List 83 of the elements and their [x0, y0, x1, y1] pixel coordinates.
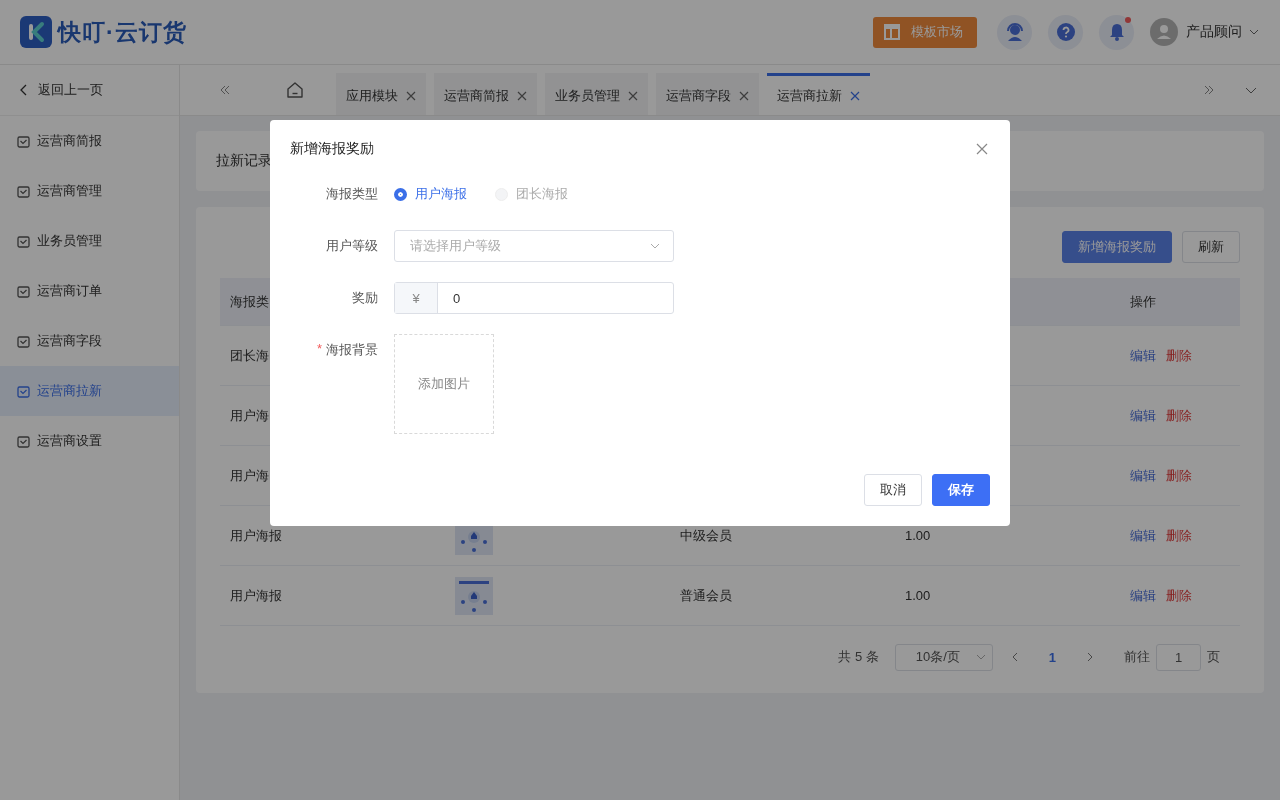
edit-link[interactable]: 编辑	[1130, 406, 1156, 425]
close-icon[interactable]	[739, 90, 749, 101]
calendar-icon	[17, 234, 30, 248]
sidebar-item[interactable]: 运营商简报	[0, 116, 179, 166]
delete-link[interactable]: 删除	[1166, 586, 1192, 605]
chevron-down-icon	[975, 652, 986, 662]
image-upload[interactable]: 添加图片	[394, 334, 494, 434]
table-cell: 1.00	[905, 528, 931, 543]
close-icon[interactable]	[850, 90, 860, 101]
help-button[interactable]	[1048, 14, 1083, 50]
home-icon[interactable]	[286, 81, 304, 99]
level-select[interactable]: 请选择用户等级	[394, 230, 674, 262]
sidebar-item[interactable]: 运营商订单	[0, 266, 179, 316]
field-label: 奖励	[352, 289, 378, 307]
page-suffix: 页	[1207, 648, 1220, 666]
tab[interactable]: 运营商简报	[434, 73, 537, 115]
table-cell: 用户海报	[230, 586, 282, 605]
table-cell: 1.00	[905, 588, 931, 603]
close-icon[interactable]	[976, 143, 988, 155]
notification-button[interactable]	[1099, 14, 1134, 50]
calendar-icon	[17, 334, 30, 348]
edit-link[interactable]: 编辑	[1130, 466, 1156, 485]
page-size-select[interactable]: 10条/页	[894, 643, 993, 671]
radio-button[interactable]	[394, 187, 407, 201]
edit-link[interactable]: 编辑	[1130, 526, 1156, 545]
tab[interactable]: 运营商字段	[656, 73, 759, 115]
edit-link[interactable]: 编辑	[1130, 586, 1156, 605]
save-button[interactable]: 保存	[932, 474, 990, 506]
table-cell: 普通会员	[680, 586, 732, 605]
table-cell: 用户海	[230, 466, 269, 485]
calendar-icon	[17, 184, 30, 198]
calendar-icon	[17, 384, 30, 398]
card-title: 拉新记录	[216, 152, 272, 170]
column-header: 操作	[1130, 292, 1156, 311]
total-count: 共 5 条	[838, 648, 879, 666]
cancel-button[interactable]: 取消	[864, 474, 922, 506]
field-label: 海报类型	[326, 185, 378, 203]
logo-icon	[20, 16, 52, 48]
support-button[interactable]	[997, 14, 1032, 50]
headset-icon	[1004, 22, 1025, 42]
delete-link[interactable]: 删除	[1166, 526, 1192, 545]
tab[interactable]: 应用模块	[336, 73, 426, 115]
user-name[interactable]: 产品顾问	[1186, 23, 1242, 41]
add-button[interactable]: 新增海报奖励	[1062, 231, 1172, 263]
scroll-right-icon[interactable]	[1202, 83, 1216, 97]
template-market-button[interactable]: 模板市场	[873, 16, 977, 48]
delete-link[interactable]: 删除	[1166, 466, 1192, 485]
layout-icon	[883, 23, 901, 41]
table-cell: 团长海	[230, 346, 269, 365]
goto-label: 前往	[1124, 648, 1150, 666]
radio-option[interactable]: 用户海报	[394, 185, 467, 203]
close-icon[interactable]	[628, 90, 638, 101]
close-icon[interactable]	[517, 90, 527, 101]
sidebar-item[interactable]: 运营商设置	[0, 416, 179, 466]
help-icon	[1055, 22, 1076, 42]
logo-text: 快叮·云订货	[58, 17, 187, 47]
dialog-title: 新增海报奖励	[290, 140, 374, 158]
calendar-icon	[17, 134, 30, 148]
calendar-icon	[17, 434, 30, 448]
table-cell: 用户海	[230, 406, 269, 425]
edit-link[interactable]: 编辑	[1130, 346, 1156, 365]
avatar-icon[interactable]	[1150, 18, 1178, 46]
required-mark: *	[316, 341, 322, 358]
field-label: 海报背景	[326, 341, 378, 359]
calendar-icon	[17, 284, 30, 298]
delete-link[interactable]: 删除	[1166, 346, 1192, 365]
sidebar-item[interactable]: 运营商字段	[0, 316, 179, 366]
field-label: 用户等级	[326, 237, 378, 255]
reward-field[interactable]: ¥ 0	[394, 282, 674, 314]
table-cell: 用户海报	[230, 526, 282, 545]
sidebar-item[interactable]: 运营商管理	[0, 166, 179, 216]
page-number[interactable]: 1	[1036, 649, 1068, 665]
table-cell: 中级会员	[680, 526, 732, 545]
scroll-left-icon[interactable]	[218, 83, 232, 97]
back-link[interactable]: 返回上一页	[0, 65, 179, 116]
tab[interactable]: 业务员管理	[545, 73, 648, 115]
sidebar-item[interactable]: 业务员管理	[0, 216, 179, 266]
close-icon[interactable]	[406, 90, 416, 101]
delete-link[interactable]: 删除	[1166, 406, 1192, 425]
refresh-button[interactable]: 刷新	[1182, 231, 1240, 263]
column-header: 海报类	[230, 292, 269, 311]
page-input[interactable]: 1	[1156, 643, 1201, 671]
sidebar-item[interactable]: 运营商拉新	[0, 366, 179, 416]
